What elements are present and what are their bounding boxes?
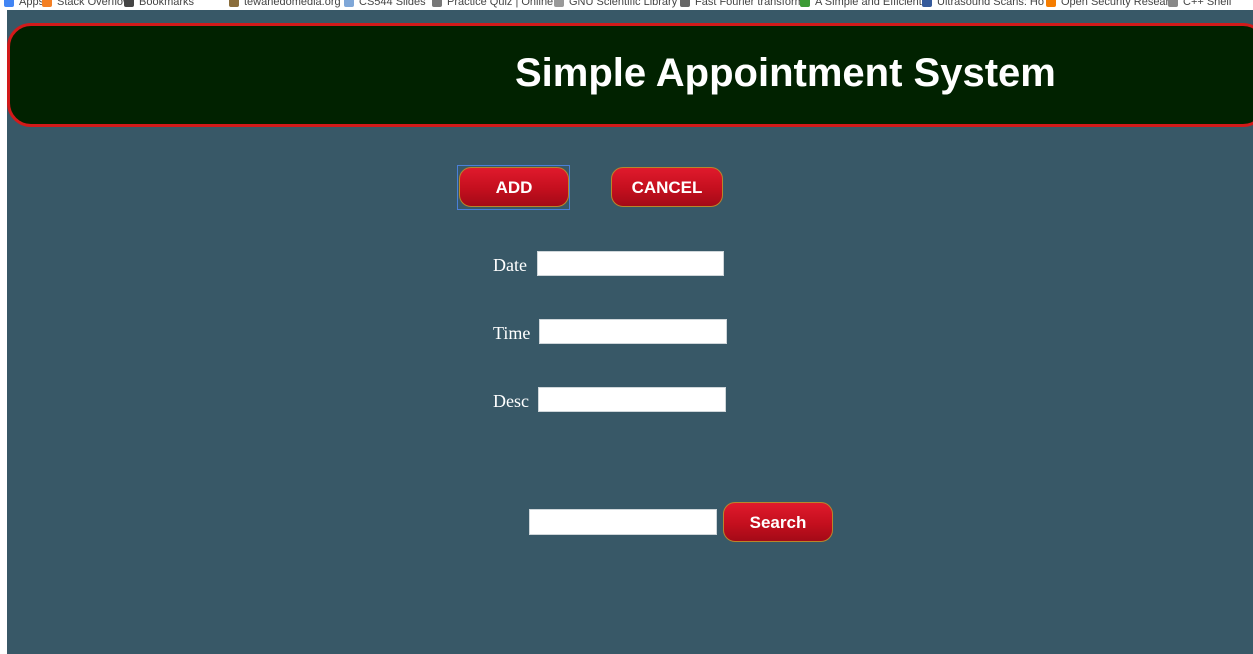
gnu-icon (554, 0, 564, 8)
bookmark-tewanedomedia[interactable]: tewanedomedia.org (229, 0, 341, 9)
bookmark-bookmarks[interactable]: Bookmarks (124, 0, 194, 9)
bookmark-fast-fourier[interactable]: Fast Fourier transform (680, 0, 804, 9)
stackoverflow-icon (42, 0, 52, 8)
header-banner: Simple Appointment System (7, 23, 1253, 127)
doc-icon (800, 0, 810, 8)
bookmark-stack-overflow[interactable]: Stack Overflow (42, 0, 131, 9)
desc-field[interactable] (538, 387, 726, 412)
search-button[interactable]: Search (723, 502, 833, 542)
time-field[interactable] (539, 319, 727, 344)
bookmark-ultrasound-scans[interactable]: Ultrasound Scans: Ho (922, 0, 1044, 9)
cancel-button[interactable]: CANCEL (611, 167, 723, 207)
bookmark-open-security[interactable]: Open Security Resear (1046, 0, 1169, 9)
date-field[interactable] (537, 251, 724, 276)
site-favicon-icon (229, 0, 239, 8)
quiz-icon (432, 0, 442, 8)
search-input[interactable] (529, 509, 717, 535)
bookmark-cpp-shell[interactable]: C++ Shell (1168, 0, 1231, 9)
star-icon (124, 0, 134, 8)
scan-icon (922, 0, 932, 8)
bookmark-cs544-slides[interactable]: CS544 Slides (344, 0, 426, 9)
page-title: Simple Appointment System (515, 51, 1056, 95)
bookmark-gnu-scientific-library[interactable]: GNU Scientific Library (554, 0, 677, 9)
bookmarks-bar: Apps Stack Overflow Bookmarks tewanedome… (0, 0, 1253, 10)
wiki-icon (680, 0, 690, 8)
bookmark-practice-quiz[interactable]: Practice Quiz | Online (432, 0, 553, 9)
add-button[interactable]: ADD (459, 167, 569, 207)
time-label: Time (493, 323, 531, 343)
blogger-icon (1046, 0, 1056, 8)
bookmark-simple-efficient[interactable]: A Simple and Efficient (800, 0, 922, 9)
page-content: Simple Appointment System ADD CANCEL Dat… (7, 10, 1253, 654)
bookmark-apps[interactable]: Apps (4, 0, 44, 9)
desc-label: Desc (493, 391, 529, 411)
apps-grid-icon (4, 0, 14, 8)
page-icon (1168, 0, 1178, 8)
slides-icon (344, 0, 354, 8)
date-label: Date (493, 255, 527, 275)
